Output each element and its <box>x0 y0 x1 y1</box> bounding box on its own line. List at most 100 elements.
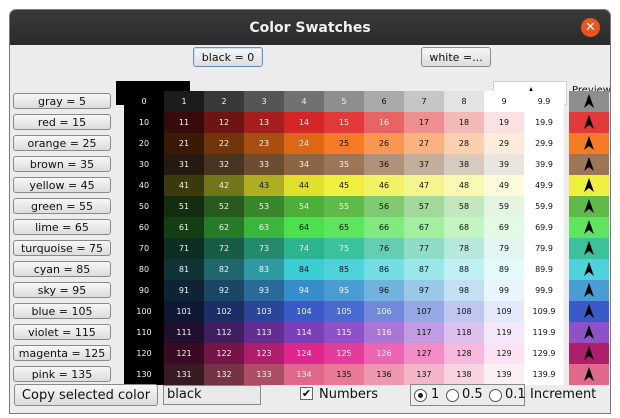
swatch-cell[interactable]: 62 <box>204 217 244 238</box>
swatch-cell[interactable]: 101 <box>164 301 204 322</box>
color-row-button[interactable]: cyan = 85 <box>13 261 111 277</box>
color-row-button[interactable]: magenta = 125 <box>13 345 111 361</box>
increment-radio-1[interactable] <box>414 389 427 402</box>
preview-swatch[interactable] <box>569 364 609 385</box>
swatch-cell[interactable]: 50 <box>124 196 164 217</box>
swatch-cell[interactable]: 87 <box>404 259 444 280</box>
swatch-cell[interactable]: 67 <box>404 217 444 238</box>
swatch-cell[interactable]: 66 <box>364 217 404 238</box>
swatch-cell[interactable]: 14 <box>284 112 324 133</box>
swatch-cell[interactable]: 132 <box>204 364 244 385</box>
swatch-cell[interactable]: 33 <box>244 154 284 175</box>
preview-swatch[interactable] <box>569 259 609 280</box>
swatch-cell[interactable]: 93 <box>244 280 284 301</box>
swatch-cell[interactable]: 115 <box>324 322 364 343</box>
swatch-cell[interactable]: 117 <box>404 322 444 343</box>
swatch-cell[interactable]: 99 <box>484 280 524 301</box>
swatch-cell[interactable]: 77 <box>404 238 444 259</box>
swatch-cell[interactable]: 102 <box>204 301 244 322</box>
color-row-button[interactable]: brown = 35 <box>13 156 111 172</box>
swatch-cell[interactable]: 25 <box>324 133 364 154</box>
swatch-cell[interactable]: 98 <box>444 280 484 301</box>
swatch-cell[interactable]: 94 <box>284 280 324 301</box>
preview-swatch[interactable] <box>569 91 609 112</box>
swatch-cell-white[interactable]: 99.9 <box>524 280 564 301</box>
color-row-button[interactable]: yellow = 45 <box>13 177 111 193</box>
swatch-cell[interactable]: 45 <box>324 175 364 196</box>
swatch-cell[interactable]: 78 <box>444 238 484 259</box>
swatch-cell[interactable]: 23 <box>244 133 284 154</box>
swatch-cell[interactable]: 129 <box>484 343 524 364</box>
swatch-cell[interactable]: 83 <box>244 259 284 280</box>
swatch-cell[interactable]: 18 <box>444 112 484 133</box>
swatch-cell[interactable]: 106 <box>364 301 404 322</box>
swatch-cell[interactable]: 85 <box>324 259 364 280</box>
preview-swatch[interactable] <box>569 196 609 217</box>
preview-swatch[interactable] <box>569 175 609 196</box>
swatch-cell[interactable]: 4 <box>284 91 324 112</box>
swatch-cell[interactable]: 111 <box>164 322 204 343</box>
swatch-cell[interactable]: 122 <box>204 343 244 364</box>
swatch-cell[interactable]: 7 <box>404 91 444 112</box>
swatch-cell[interactable]: 51 <box>164 196 204 217</box>
swatch-cell[interactable]: 35 <box>324 154 364 175</box>
swatch-cell[interactable]: 56 <box>364 196 404 217</box>
swatch-cell[interactable]: 57 <box>404 196 444 217</box>
color-row-button[interactable]: gray = 5 <box>13 93 111 109</box>
black-button[interactable]: black = 0 <box>193 47 263 67</box>
swatch-cell[interactable]: 133 <box>244 364 284 385</box>
swatch-cell-white[interactable]: 89.9 <box>524 259 564 280</box>
swatch-cell[interactable]: 68 <box>444 217 484 238</box>
copy-selected-color-button[interactable]: Copy selected color <box>14 384 158 406</box>
swatch-cell-white[interactable]: 19.9 <box>524 112 564 133</box>
color-row-button[interactable]: pink = 135 <box>13 366 111 382</box>
preview-swatch[interactable] <box>569 112 609 133</box>
swatch-cell[interactable]: 60 <box>124 217 164 238</box>
swatch-cell[interactable]: 29 <box>484 133 524 154</box>
increment-radio-0.5[interactable] <box>446 389 459 402</box>
swatch-cell[interactable]: 42 <box>204 175 244 196</box>
swatch-cell-white[interactable]: 139.9 <box>524 364 564 385</box>
swatch-cell-white[interactable]: 109.9 <box>524 301 564 322</box>
swatch-cell[interactable]: 134 <box>284 364 324 385</box>
swatch-cell[interactable]: 103 <box>244 301 284 322</box>
swatch-cell[interactable]: 74 <box>284 238 324 259</box>
close-button[interactable]: ✕ <box>581 18 600 37</box>
swatch-cell[interactable]: 88 <box>444 259 484 280</box>
swatch-cell[interactable]: 16 <box>364 112 404 133</box>
swatch-cell[interactable]: 19 <box>484 112 524 133</box>
color-row-button[interactable]: sky = 95 <box>13 282 111 298</box>
color-row-button[interactable]: red = 15 <box>13 114 111 130</box>
swatch-cell[interactable]: 79 <box>484 238 524 259</box>
white-button[interactable]: white =... <box>421 47 491 67</box>
selected-color-name-field[interactable]: black <box>163 385 261 405</box>
swatch-cell[interactable]: 21 <box>164 133 204 154</box>
swatch-cell[interactable]: 13 <box>244 112 284 133</box>
swatch-cell[interactable]: 131 <box>164 364 204 385</box>
swatch-cell[interactable]: 114 <box>284 322 324 343</box>
swatch-cell[interactable]: 8 <box>444 91 484 112</box>
swatch-cell[interactable]: 46 <box>364 175 404 196</box>
swatch-cell[interactable]: 53 <box>244 196 284 217</box>
swatch-cell[interactable]: 124 <box>284 343 324 364</box>
swatch-cell[interactable]: 76 <box>364 238 404 259</box>
swatch-cell[interactable]: 37 <box>404 154 444 175</box>
swatch-cell[interactable]: 31 <box>164 154 204 175</box>
preview-swatch[interactable] <box>569 280 609 301</box>
increment-radio-0.1[interactable] <box>489 389 502 402</box>
swatch-cell-white[interactable]: 79.9 <box>524 238 564 259</box>
swatch-cell[interactable]: 119 <box>484 322 524 343</box>
swatch-cell[interactable]: 11 <box>164 112 204 133</box>
swatch-cell-white[interactable]: 129.9 <box>524 343 564 364</box>
swatch-cell[interactable]: 73 <box>244 238 284 259</box>
swatch-cell[interactable]: 92 <box>204 280 244 301</box>
swatch-cell[interactable]: 54 <box>284 196 324 217</box>
swatch-cell-white[interactable]: 9.9 <box>524 91 564 112</box>
swatch-cell[interactable]: 135 <box>324 364 364 385</box>
swatch-cell[interactable]: 113 <box>244 322 284 343</box>
swatch-cell[interactable]: 41 <box>164 175 204 196</box>
swatch-cell[interactable]: 15 <box>324 112 364 133</box>
swatch-cell[interactable]: 104 <box>284 301 324 322</box>
swatch-cell[interactable]: 72 <box>204 238 244 259</box>
swatch-cell-white[interactable]: 69.9 <box>524 217 564 238</box>
